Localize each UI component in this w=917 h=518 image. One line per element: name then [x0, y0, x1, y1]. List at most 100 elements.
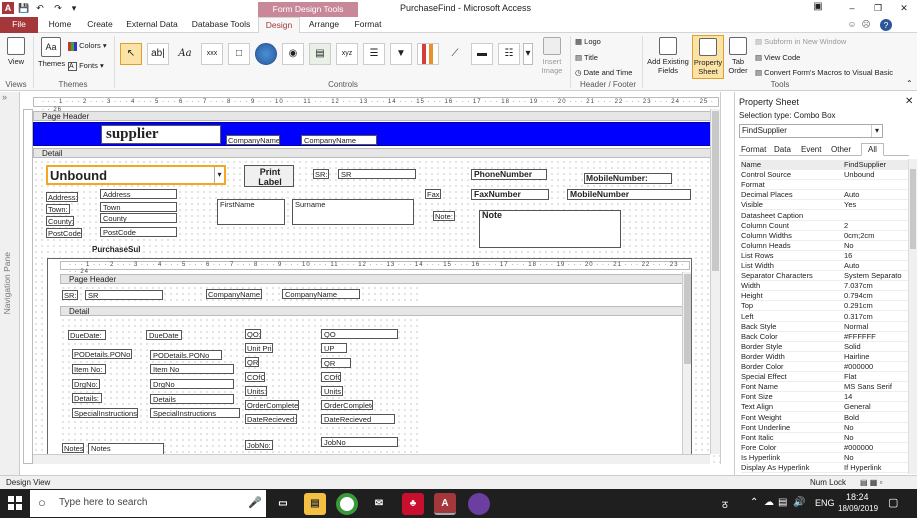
page-header-bar[interactable]: Page Header	[33, 111, 720, 121]
property-value[interactable]: Solid	[844, 342, 909, 352]
collapse-ribbon-icon[interactable]: ⌃	[906, 79, 913, 88]
logo-button[interactable]: ▦ Logo	[575, 37, 601, 46]
property-scrollbar[interactable]	[908, 159, 917, 474]
detail-bar[interactable]: Detail	[33, 148, 720, 158]
date-time-button[interactable]: ◷ Date and Time	[575, 68, 632, 77]
close-button[interactable]: ✕	[898, 2, 910, 14]
supplier-title[interactable]: supplier	[101, 125, 221, 144]
tab-home[interactable]: Home	[42, 17, 78, 33]
design-scroll-thumb[interactable]	[712, 111, 719, 271]
toggle-button-icon[interactable]: ▬	[471, 43, 493, 65]
mobile-number-label[interactable]: MobileNumber:	[584, 173, 672, 184]
property-row[interactable]: Back Style Normal	[741, 322, 909, 332]
tab-order-button[interactable]: Tab Order	[726, 37, 750, 75]
units-field[interactable]: Units	[321, 386, 343, 396]
print-label-button[interactable]: Print Label	[244, 165, 294, 187]
property-scroll-thumb[interactable]	[910, 169, 916, 249]
property-value[interactable]: No	[844, 433, 909, 443]
subform-sr-field[interactable]: SR	[85, 290, 163, 300]
select-pointer-icon[interactable]: ↖	[120, 43, 142, 65]
ribbon-display-options-icon[interactable]: ▣	[812, 1, 824, 13]
mobile-number-field[interactable]: MobileNumber	[567, 189, 691, 200]
access-app-icon[interactable]: A	[2, 2, 14, 14]
sr-label[interactable]: SR:	[313, 169, 329, 179]
redo-icon[interactable]: ↷	[52, 2, 64, 14]
undo-icon[interactable]: ↶	[34, 2, 46, 14]
property-value[interactable]: No	[844, 453, 909, 463]
fax-number-field[interactable]: FaxNumber	[471, 189, 549, 200]
expand-nav-icon[interactable]: »	[2, 92, 7, 102]
property-sheet-button[interactable]: Property Sheet	[692, 35, 724, 79]
special-instructions-label[interactable]: SpecialInstructions:	[72, 408, 138, 418]
property-row[interactable]: Visible Yes	[741, 200, 909, 211]
title-button[interactable]: ▤ Title	[575, 53, 598, 62]
tray-chevron-icon[interactable]: ⌃	[750, 497, 758, 508]
property-value[interactable]: #000000	[844, 362, 909, 372]
property-row[interactable]: Font Italic No	[741, 433, 909, 443]
property-value[interactable]: Flat	[844, 372, 909, 382]
volume-icon[interactable]: 🔊	[793, 497, 805, 508]
subform-company-name-label[interactable]: CompanyName:	[206, 289, 262, 299]
property-value[interactable]: 7.037cm	[844, 281, 909, 291]
taskbar-search-box[interactable]: ○ Type here to search 🎤	[30, 490, 266, 517]
property-sheet-close-icon[interactable]: ✕	[905, 96, 913, 107]
combo-dropdown-icon[interactable]: ▾	[214, 167, 224, 183]
due-date-field[interactable]: DueDate	[146, 330, 182, 340]
qo-label[interactable]: QO:	[245, 329, 261, 339]
purchase-subform[interactable]: · · · 1 · · · 2 · · · 3 · · · 4 · · · 5 …	[47, 258, 692, 464]
company-name-label[interactable]: CompanyName:	[226, 135, 280, 145]
property-row[interactable]: Font Size 14	[741, 392, 909, 403]
tab-arrange[interactable]: Arrange	[304, 17, 344, 33]
property-row[interactable]: Left 0.317cm	[741, 312, 909, 322]
qo-field[interactable]: QO	[321, 329, 398, 339]
unit-price-field[interactable]: UP	[321, 343, 347, 353]
property-value[interactable]: MS Sans Serif	[844, 382, 909, 392]
help-icon[interactable]: ?	[880, 19, 892, 31]
postcode-field[interactable]: PostCode	[100, 227, 177, 237]
mail-icon[interactable]: ✉	[368, 493, 390, 515]
add-existing-fields-button[interactable]: Add Existing Fields	[645, 37, 691, 75]
property-value[interactable]: FindSupplier	[844, 160, 909, 170]
property-value[interactable]: No	[844, 423, 909, 433]
prop-tab-data[interactable]: Data	[774, 145, 791, 154]
property-row[interactable]: Height 0.794cm	[741, 291, 909, 302]
prop-tab-event[interactable]: Event	[801, 145, 821, 154]
task-view-icon[interactable]: ▭	[272, 493, 294, 515]
job-no-field[interactable]: JobNo	[321, 437, 398, 447]
subform-vertical-scrollbar[interactable]	[682, 272, 691, 463]
property-value[interactable]: System Separato	[844, 271, 909, 281]
prop-tab-other[interactable]: Other	[831, 145, 851, 154]
save-icon[interactable]: 💾	[18, 2, 30, 14]
find-supplier-combo[interactable]: Unbound	[46, 165, 226, 185]
controls-more-icon[interactable]: ▾	[523, 43, 533, 65]
list-box-control-icon[interactable]: ☷	[498, 43, 520, 65]
hyperlink-control-icon[interactable]	[255, 43, 277, 65]
property-value[interactable]: Bold	[844, 413, 909, 423]
property-row[interactable]: Back Color #FFFFFF	[741, 332, 909, 342]
property-row[interactable]: Column Count 2	[741, 221, 909, 231]
subform-detail-bar[interactable]: Detail	[60, 306, 690, 316]
property-row[interactable]: List Rows 16	[741, 251, 909, 261]
purchase-subform-label[interactable]: PurchaseSul	[91, 245, 141, 256]
postcode-label[interactable]: PostCode:	[46, 228, 82, 238]
property-row[interactable]: Special Effect Flat	[741, 372, 909, 383]
view-code-button[interactable]: ▤ View Code	[755, 53, 800, 62]
drg-no-field[interactable]: DrgNo	[150, 379, 234, 389]
subform-scroll-thumb[interactable]	[684, 274, 691, 364]
address-field[interactable]: Address	[100, 189, 177, 199]
file-explorer-icon[interactable]: ▤	[304, 493, 326, 515]
combo-box-control-icon[interactable]: ▼	[390, 43, 412, 65]
network-icon[interactable]: ▤	[778, 497, 787, 508]
property-value[interactable]: Normal	[844, 322, 909, 332]
property-row[interactable]: Column Widths 0cm;2cm	[741, 231, 909, 241]
town-field[interactable]: Town	[100, 202, 177, 212]
people-icon[interactable]: ठ	[722, 497, 728, 511]
page-break-icon[interactable]: ☰	[363, 43, 385, 65]
sr-field[interactable]: SR	[338, 169, 416, 179]
fonts-button[interactable]: A Fonts ▾	[68, 61, 104, 71]
company-name-field[interactable]: CompanyName	[301, 135, 377, 145]
windows-start-icon[interactable]	[8, 496, 22, 510]
drg-no-label[interactable]: DrgNo:	[72, 379, 100, 389]
date-recieved-field[interactable]: DateRecieved	[321, 414, 395, 424]
navigation-control-icon[interactable]: ▤	[309, 43, 331, 65]
